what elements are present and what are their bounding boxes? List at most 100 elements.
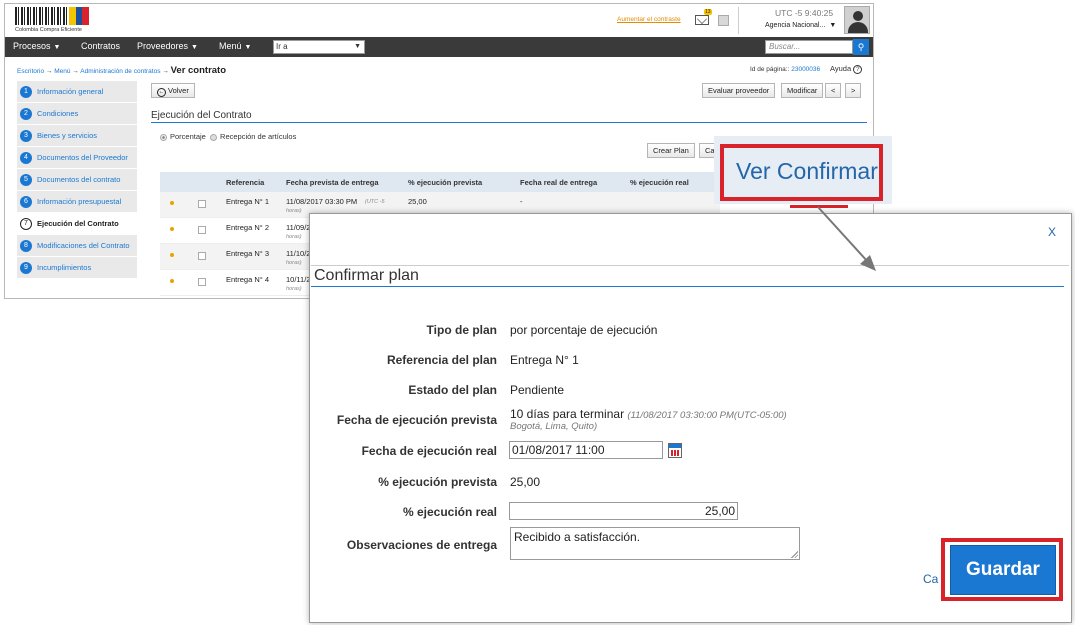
step-number: 3 <box>20 130 32 142</box>
radio-recepcion[interactable] <box>210 133 218 141</box>
utc-clock: UTC -5 9:40:25 <box>775 8 834 18</box>
planned-pct-label: % ejecución prevista <box>378 475 497 489</box>
row-tz-note: horas) <box>286 286 302 292</box>
step-incumplimientos[interactable]: 9 Incumplimientos <box>17 257 137 279</box>
breadcrumb-admin-contratos[interactable]: Administración de contratos <box>80 68 160 75</box>
actual-pct-input[interactable] <box>509 502 738 520</box>
row-tz-note: (UTC -5 <box>365 199 385 205</box>
nav-proveedores[interactable]: Proveedores ▼ <box>137 41 198 51</box>
help-label: Ayuda <box>830 64 852 73</box>
row-checkbox[interactable] <box>198 252 206 260</box>
step-label: Documentos del Proveedor <box>37 153 128 162</box>
step-ejecucion-contrato[interactable]: 7 Ejecución del Contrato <box>17 213 137 235</box>
actual-pct-label: % ejecución real <box>402 505 497 519</box>
arrow-right-icon: → <box>162 68 171 75</box>
step-condiciones[interactable]: 2 Condiciones <box>17 103 137 125</box>
back-button-label: Volver <box>168 86 189 95</box>
step-informacion-general[interactable]: 1 Información general <box>17 81 137 103</box>
radio-porcentaje[interactable] <box>160 133 167 141</box>
goto-select[interactable]: Ir a ▼ <box>273 40 365 54</box>
row-checkbox[interactable] <box>198 278 206 286</box>
modify-button[interactable]: Modificar <box>781 83 824 98</box>
row-tz-note: horas) <box>286 260 302 266</box>
next-button[interactable]: > <box>845 83 862 98</box>
create-plan-button[interactable]: Crear Plan <box>647 143 695 158</box>
step-label: Condiciones <box>37 109 79 118</box>
row-checkbox[interactable] <box>198 226 206 234</box>
evaluate-supplier-button[interactable]: Evaluar proveedor <box>702 83 776 98</box>
step-label: Bienes y servicios <box>37 131 98 140</box>
help-icon: ? <box>853 65 863 74</box>
step-modificaciones[interactable]: 8 Modificaciones del Contrato <box>17 235 137 257</box>
status-dot-icon <box>170 227 174 231</box>
close-icon[interactable]: X <box>1048 225 1056 239</box>
search-input[interactable]: Buscar... <box>765 40 853 54</box>
breadcrumb: Escritorio → Menú → Administración de co… <box>17 65 226 76</box>
nav-contratos[interactable]: Contratos <box>81 41 120 51</box>
actual-date-input[interactable] <box>509 441 663 459</box>
step-documentos-proveedor[interactable]: 4 Documentos del Proveedor <box>17 147 137 169</box>
col-pct-prevista: % ejecución prevista <box>408 178 483 187</box>
arrow-left-icon: ← <box>157 88 166 97</box>
header-divider <box>738 7 739 34</box>
user-avatar[interactable] <box>844 6 870 34</box>
calendar-icon[interactable] <box>668 443 682 458</box>
row-checkbox[interactable] <box>198 200 206 208</box>
section-divider <box>151 122 867 123</box>
modal-header-divider <box>311 265 1069 266</box>
nav-procesos-label: Procesos <box>13 41 51 51</box>
nav-menu[interactable]: Menú ▼ <box>219 41 251 51</box>
step-informacion-presupuestal[interactable]: 6 Información presupuestal <box>17 191 137 213</box>
page-id: Id de página:: 23000036 <box>750 66 820 73</box>
mail-icon[interactable] <box>695 15 709 25</box>
callout-underline <box>790 205 848 208</box>
step-label: Ejecución del Contrato <box>37 219 119 228</box>
actual-date-label: Fecha de ejecución real <box>361 444 497 458</box>
increase-contrast-link[interactable]: Aumentar el contraste <box>617 16 681 23</box>
ver-confirmar-callout[interactable]: Ver Confirmar <box>736 158 878 185</box>
col-fecha-real: Fecha real de entrega <box>520 178 598 187</box>
caret-down-icon: ▼ <box>191 44 198 51</box>
step-label: Información general <box>37 87 104 96</box>
nav-proveedores-label: Proveedores <box>137 41 189 51</box>
resize-grip-icon[interactable] <box>791 551 798 558</box>
step-number: 6 <box>20 196 32 208</box>
cancel-link[interactable]: Ca <box>923 572 938 586</box>
help-link[interactable]: Ayuda ? <box>830 64 863 74</box>
step-label: Documentos del contrato <box>37 175 121 184</box>
radio-porcentaje-label: Porcentaje <box>170 132 206 141</box>
back-button[interactable]: ← Volver <box>151 83 195 98</box>
plan-ref-value: Entrega N° 1 <box>510 353 579 367</box>
plan-status-value: Pendiente <box>510 383 565 397</box>
page-id-value: 23000036 <box>791 66 821 73</box>
row-date: 10/11/2 <box>286 275 311 284</box>
nav-contratos-label: Contratos <box>81 41 121 51</box>
col-referencia: Referencia <box>226 178 265 187</box>
caret-down-icon: ▼ <box>354 43 361 50</box>
breadcrumb-menu[interactable]: Menú <box>54 68 70 75</box>
contract-steps-sidebar: 1 Información general 2 Condiciones 3 Biene… <box>17 81 137 279</box>
prev-button[interactable]: < <box>825 83 842 98</box>
flag-logo-mark <box>69 7 90 25</box>
search-icon[interactable]: ⚲ <box>853 39 869 55</box>
planned-date-days: 10 días para terminar <box>510 407 625 421</box>
step-label: Incumplimientos <box>37 263 92 272</box>
row-tz-note: horas) <box>286 234 302 240</box>
agency-selector[interactable]: Agencia Nacional... ▼ <box>765 22 836 29</box>
col-pct-real: % ejecución real <box>630 178 689 187</box>
documents-icon[interactable] <box>718 15 729 26</box>
row-date: 11/09/2 <box>286 223 311 232</box>
nav-procesos[interactable]: Procesos ▼ <box>13 41 60 51</box>
step-number: 7 <box>20 218 32 230</box>
row-ref: Entrega N° 1 <box>226 197 270 206</box>
save-button[interactable]: Guardar <box>950 545 1056 595</box>
delivery-notes-textarea[interactable]: Recibido a satisfacción. <box>510 527 800 560</box>
planned-date-detail: (11/08/2017 03:30:00 PM(UTC-05:00) <box>627 410 787 421</box>
status-dot-icon <box>170 201 174 205</box>
colombia-compra-logo[interactable]: Colombia Compra Eficiente <box>15 7 90 33</box>
step-documentos-contrato[interactable]: 5 Documentos del contrato <box>17 169 137 191</box>
breadcrumb-escritorio[interactable]: Escritorio <box>17 68 44 75</box>
radio-recepcion-label: Recepción de artículos <box>220 132 297 141</box>
planned-date-label: Fecha de ejecución prevista <box>336 413 497 427</box>
step-bienes-servicios[interactable]: 3 Bienes y servicios <box>17 125 137 147</box>
